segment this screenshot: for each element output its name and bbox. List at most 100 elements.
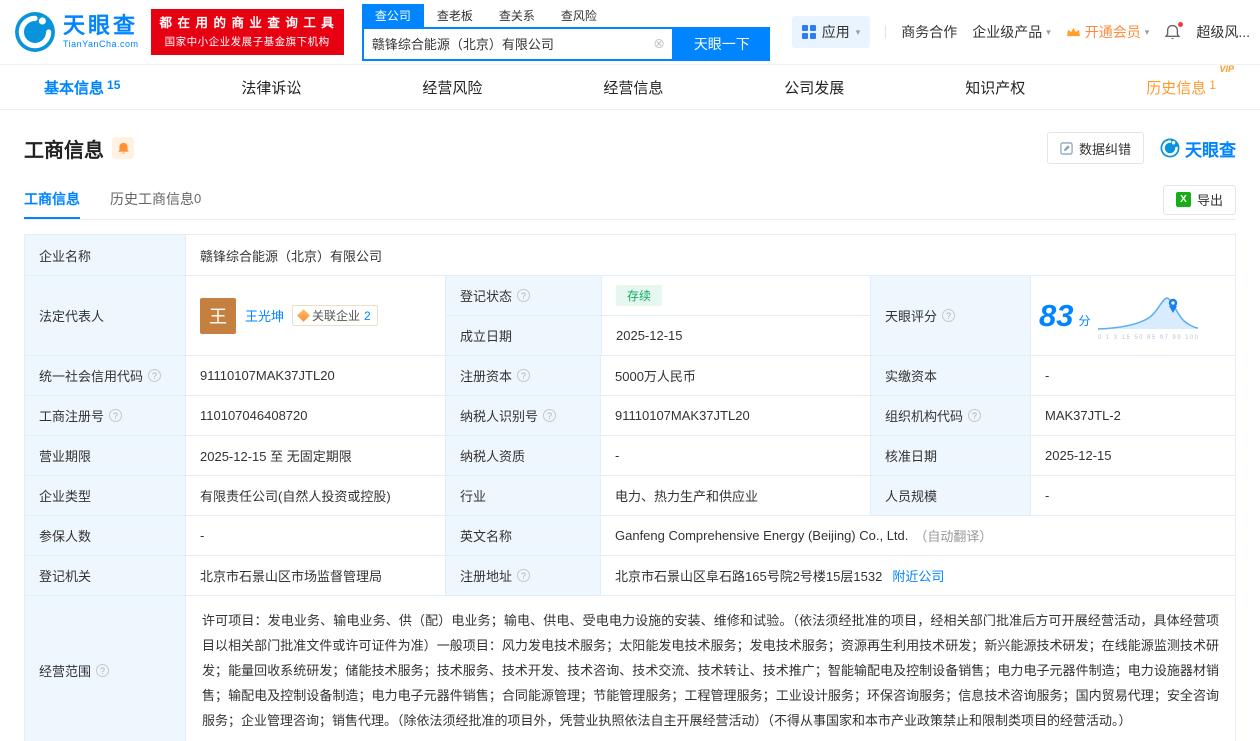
company-nav-tabs: 基本信息15 法律诉讼 经营风险 经营信息 公司发展 知识产权 历史信息1 VI… [0,64,1260,110]
search-tab-boss[interactable]: 查老板 [424,4,486,27]
label-establish-date: 成立日期 [446,316,601,355]
clear-search-icon[interactable]: ⊗ [653,35,665,52]
search-tab-risk[interactable]: 查风险 [548,4,610,27]
value-insured-count: - [185,516,445,555]
related-companies-tag[interactable]: 关联企业 2 [292,305,378,326]
tab-history-info[interactable]: 历史信息1 VIP [1144,73,1218,102]
value-registered-capital: 5000万人民币 [600,356,870,395]
info-icon[interactable]: ? [968,409,981,422]
tab-company-development[interactable]: 公司发展 [782,73,846,102]
table-row: 统一社会信用代码? 91110107MAK37JTL20 注册资本? 5000万… [25,355,1235,395]
value-approval-date: 2025-12-15 [1030,436,1235,475]
label-business-term: 营业期限 [25,436,185,475]
label-legal-representative: 法定代表人 [25,276,185,355]
edit-icon [1060,142,1073,155]
section-title: 工商信息 [24,134,104,163]
info-icon[interactable]: ? [517,369,530,382]
legal-rep-avatar[interactable]: 王 [200,298,236,334]
main-content: 工商信息 数据纠错 [0,110,1260,741]
value-company-name: 赣锋综合能源（北京）有限公司 [185,235,1235,275]
value-tianyan-score[interactable]: 83 分 0 1 3 15 50 85 97 99 100 [1030,276,1235,355]
promo-line2: 国家中小企业发展子基金旗下机构 [160,34,335,50]
business-info-table: 企业名称 赣锋综合能源（北京）有限公司 法定代表人 王 王光坤 关联企业 2 [24,234,1236,741]
table-row: 企业类型 有限责任公司(自然人投资或控股) 行业 电力、热力生产和供应业 人员规… [25,475,1235,515]
apps-menu[interactable]: 应用 ▾ [792,16,871,48]
search-tab-company[interactable]: 查公司 [362,4,424,27]
value-registration-authority: 北京市石景山区市场监督管理局 [185,556,445,595]
tianyancha-logo[interactable]: 天眼查 TianYanCha.com [14,11,139,53]
search-input[interactable] [364,36,653,51]
value-english-name: Ganfeng Comprehensive Energy (Beijing) C… [600,516,1235,555]
label-registered-address: 注册地址? [445,556,600,595]
apps-menu-label: 应用 [822,22,850,42]
info-icon[interactable]: ? [543,409,556,422]
value-legal-representative: 王 王光坤 关联企业 2 [185,276,445,355]
promo-badge: 都 在 用 的 商 业 查 询 工 具 国家中小企业发展子基金旗下机构 [151,9,344,55]
search-button[interactable]: 天眼一下 [674,27,770,61]
tab-business-info[interactable]: 经营信息 [601,73,665,102]
table-row: 工商注册号? 110107046408720 纳税人识别号? 91110107M… [25,395,1235,435]
auto-translate-note: （自动翻译） [914,526,992,545]
label-company-name: 企业名称 [25,235,185,275]
label-approval-date: 核准日期 [870,436,1030,475]
value-business-term: 2025-12-15 至 无固定期限 [185,436,445,475]
menu-enterprise-products[interactable]: 企业级产品 ▾ [972,22,1051,42]
chevron-down-icon: ▾ [1046,27,1051,38]
value-organization-code: MAK37JTL-2 [1030,396,1235,435]
table-row: 参保人数 - 英文名称 Ganfeng Comprehensive Energy… [25,515,1235,555]
value-taxpayer-id: 91110107MAK37JTL20 [600,396,870,435]
apps-grid-icon [802,25,816,39]
value-paid-capital: - [1030,356,1235,395]
label-industry: 行业 [445,476,600,515]
tab-basic-info[interactable]: 基本信息15 [42,73,122,102]
top-header: 天眼查 TianYanCha.com 都 在 用 的 商 业 查 询 工 具 国… [0,0,1260,64]
tab-operational-risk[interactable]: 经营风险 [420,73,484,102]
subtab-business-info[interactable]: 工商信息 [24,180,80,219]
label-company-type: 企业类型 [25,476,185,515]
notification-dot [1178,22,1183,27]
diamond-icon [297,309,310,322]
table-row: 经营范围? 许可项目：发电业务、输电业务、供（配）电业务；输电、供电、受电电力设… [25,595,1235,741]
status-badge: 存续 [616,285,662,306]
subscribe-bell-icon[interactable] [112,137,134,159]
value-industry: 电力、热力生产和供应业 [600,476,870,515]
search-tab-relation[interactable]: 查关系 [486,4,548,27]
label-credit-code: 统一社会信用代码? [25,356,185,395]
vip-badge: VIP [1219,64,1234,74]
label-registered-capital: 注册资本? [445,356,600,395]
label-organization-code: 组织机构代码? [870,396,1030,435]
menu-business-cooperation[interactable]: 商务合作 [901,22,957,42]
info-icon[interactable]: ? [942,309,955,322]
label-business-scope: 经营范围? [25,596,185,741]
subtab-history-business-info[interactable]: 历史工商信息0 [110,180,201,219]
table-row: 法定代表人 王 王光坤 关联企业 2 登记状态? [25,275,1235,355]
info-icon[interactable]: ? [517,289,530,302]
tab-count: 1 [1209,78,1216,92]
nearby-companies-link[interactable]: 附近公司 [892,566,944,585]
value-company-type: 有限责任公司(自然人投资或控股) [185,476,445,515]
export-button[interactable]: X 导出 [1163,185,1236,215]
score-unit: 分 [1078,312,1090,329]
label-insured-count: 参保人数 [25,516,185,555]
label-taxpayer-id: 纳税人识别号? [445,396,600,435]
value-registered-address: 北京市石景山区阜石路165号院2号楼15层1532 附近公司 [600,556,1235,595]
tab-count: 15 [107,78,120,92]
legal-rep-name-link[interactable]: 王光坤 [245,306,284,325]
info-icon[interactable]: ? [517,569,530,582]
info-icon[interactable]: ? [96,664,109,677]
tianyancha-company-page: 天眼查 TianYanCha.com 都 在 用 的 商 业 查 询 工 具 国… [0,0,1260,741]
tianyancha-logo-icon [1160,138,1180,158]
search-type-tabs: 查公司 查老板 查关系 查风险 [362,4,770,27]
data-correction-button[interactable]: 数据纠错 [1047,132,1144,164]
notification-bell-icon[interactable] [1164,24,1181,41]
info-icon[interactable]: ? [148,369,161,382]
value-staff-size: - [1030,476,1235,515]
label-tianyan-score: 天眼评分? [870,276,1030,355]
tab-legal-proceedings[interactable]: 法律诉讼 [239,73,303,102]
menu-super-risk[interactable]: 超级风... [1196,22,1250,42]
table-row: 企业名称 赣锋综合能源（北京）有限公司 [25,235,1235,275]
value-business-scope: 许可项目：发电业务、输电业务、供（配）电业务；输电、供电、受电电力设施的安装、维… [185,596,1235,741]
tab-intellectual-property[interactable]: 知识产权 [963,73,1027,102]
menu-open-membership[interactable]: 开通会员 ▾ [1066,22,1150,42]
info-icon[interactable]: ? [109,409,122,422]
